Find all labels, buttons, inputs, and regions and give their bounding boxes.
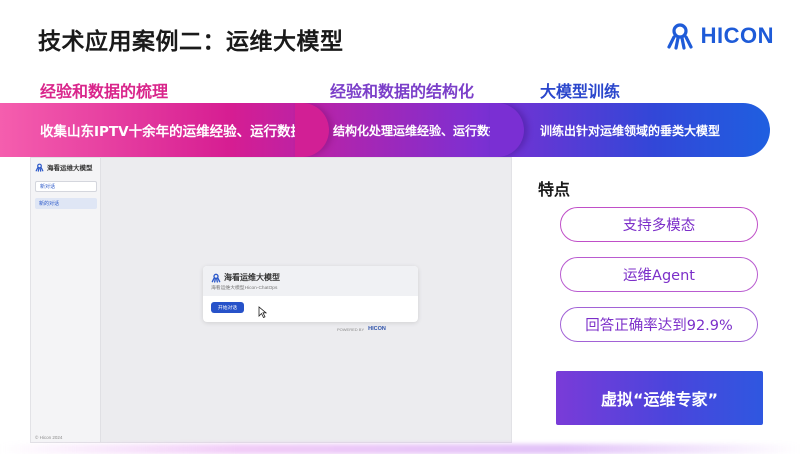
mouse-pointer-icon (258, 306, 267, 318)
powered-by: POWERED BY HICON (337, 326, 386, 332)
virtual-expert-banner: 虚拟“运维专家” (556, 371, 763, 425)
welcome-card-title-text: 海看运维大模型 (224, 273, 280, 282)
app-footer: © Hicon 2024 (35, 435, 63, 440)
app-brand-name: 海看运维大模型 (47, 165, 93, 172)
welcome-card: 海看运维大模型 海看运维大模型Hicon-ChatOps 开始对话 (203, 266, 418, 322)
welcome-card-title: 海看运维大模型 (211, 272, 280, 283)
new-chat-label: 新对话 (40, 184, 56, 190)
step-text-3: 训练出针对运维领域的垂类大模型 (540, 123, 721, 138)
step-heading-3: 大模型训练 (540, 82, 621, 101)
hicon-logo: HICON (665, 22, 774, 50)
app-sidebar: 海看运维大模型 新对话 新的对话 © Hicon 2024 (31, 158, 101, 442)
chat-history-item[interactable]: 新的对话 (35, 198, 97, 209)
slide-title: 技术应用案例二：运维大模型 (38, 29, 344, 55)
powered-by-brand: HICON (368, 326, 386, 332)
app-logo-icon (35, 163, 44, 172)
process-band: 收集山东IPTV十余年的运维经验、运行数据 结构化处理运维经验、运行数据 训练出… (0, 103, 770, 157)
step-heading-1: 经验和数据的梳理 (40, 82, 169, 101)
bottom-glow (0, 444, 800, 454)
chat-history-label: 新的对话 (39, 201, 60, 207)
app-screenshot: 海看运维大模型 新对话 新的对话 © Hicon 2024 海看运维大模型 海看… (30, 157, 512, 443)
step-heading-2: 经验和数据的结构化 (330, 82, 475, 101)
feature-pill-multimodal: 支持多模态 (560, 207, 758, 242)
powered-by-label: POWERED BY (337, 326, 365, 332)
card-logo-icon (211, 273, 221, 283)
feature-pill-accuracy: 回答正确率达到92.9% (560, 307, 758, 342)
welcome-card-subtitle: 海看运维大模型Hicon-ChatOps (211, 286, 278, 291)
band-divider-1 (295, 103, 329, 157)
start-chat-button[interactable]: 开始对话 (211, 302, 244, 313)
new-chat-button[interactable]: 新对话 (35, 181, 97, 192)
app-brand: 海看运维大模型 (35, 162, 93, 172)
step-text-1: 收集山东IPTV十余年的运维经验、运行数据 (40, 124, 305, 140)
step-text-2: 结构化处理运维经验、运行数据 (333, 123, 502, 138)
logo-text: HICON (700, 23, 774, 48)
band-divider-2 (490, 103, 524, 157)
start-chat-label: 开始对话 (217, 306, 238, 311)
feature-pill-agent: 运维Agent (560, 257, 758, 292)
hicon-octopus-icon (667, 23, 693, 50)
features-title: 特点 (538, 180, 571, 199)
